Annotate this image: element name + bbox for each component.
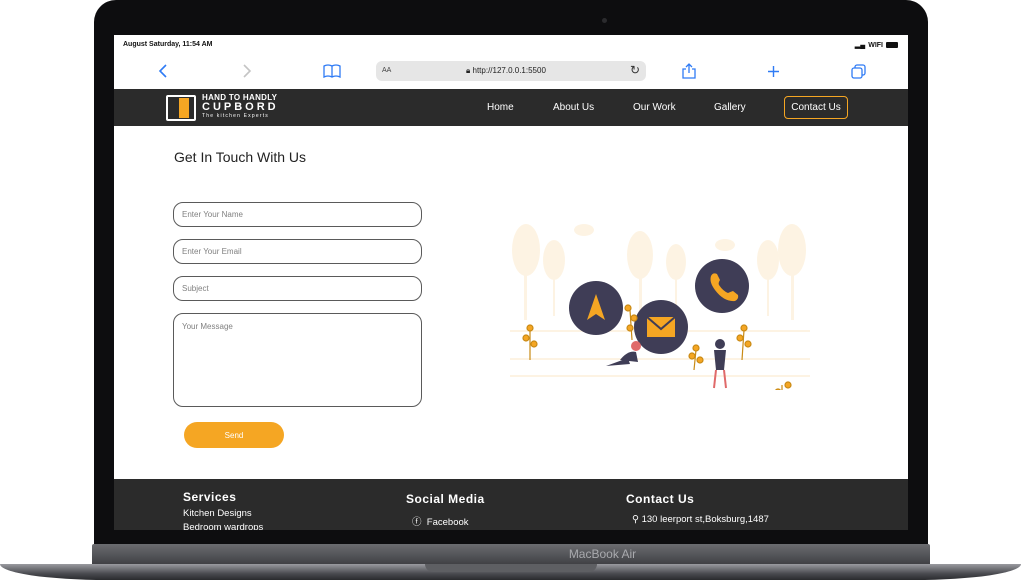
logo-text: HAND TO HANDLY CUPBORD The kitchen Exper… bbox=[202, 94, 279, 119]
footer-service-item[interactable]: Kitchen Designs bbox=[183, 508, 252, 519]
footer-services-heading: Services bbox=[183, 490, 237, 504]
hinge-notch bbox=[425, 564, 597, 572]
tabs-icon[interactable] bbox=[846, 60, 870, 82]
laptop-base: MacBook Air bbox=[0, 544, 1021, 584]
device-label: MacBook Air bbox=[568, 547, 637, 561]
footer-contact-heading: Contact Us bbox=[626, 492, 695, 506]
address-text: 130 leerport st,Boksburg,1487 bbox=[641, 514, 769, 525]
reload-icon[interactable]: ↻ bbox=[630, 63, 640, 77]
footer-social-heading: Social Media bbox=[406, 492, 485, 506]
nav-our-work[interactable]: Our Work bbox=[633, 102, 676, 113]
site-navbar: HAND TO HANDLY CUPBORD The kitchen Exper… bbox=[114, 89, 908, 126]
bookmarks-icon[interactable] bbox=[320, 60, 344, 82]
facebook-label: Facebook bbox=[426, 517, 469, 528]
site-footer: Services Kitchen Designs Bedroom wardrop… bbox=[114, 479, 908, 530]
nav-gallery[interactable]: Gallery bbox=[714, 102, 746, 113]
footer-service-item[interactable]: Bedroom wardrops bbox=[183, 522, 263, 530]
logo-line2: CUPBORD bbox=[202, 101, 279, 113]
send-button[interactable]: Send bbox=[184, 422, 284, 448]
back-icon[interactable] bbox=[151, 60, 175, 82]
signal-icon: ▂▄ bbox=[854, 42, 866, 49]
name-input[interactable] bbox=[173, 202, 422, 227]
new-tab-icon[interactable] bbox=[761, 60, 785, 82]
url-text: 🔒︎ http://127.0.0.1:5500 bbox=[466, 66, 546, 76]
status-time: August Saturday, 11:54 AM bbox=[123, 41, 213, 48]
share-icon[interactable] bbox=[677, 60, 701, 82]
subject-input[interactable] bbox=[173, 276, 422, 301]
camera bbox=[602, 18, 607, 23]
footer-facebook-link[interactable]: ⓕ Facebook bbox=[412, 514, 469, 528]
message-textarea[interactable] bbox=[173, 313, 422, 407]
page-title: Get In Touch With Us bbox=[174, 149, 307, 165]
email-input[interactable] bbox=[173, 239, 422, 264]
nav-contact-us-button[interactable]: Contact Us bbox=[784, 96, 848, 119]
nav-about-us[interactable]: About Us bbox=[553, 102, 594, 113]
forward-icon[interactable] bbox=[235, 60, 259, 82]
address-bar[interactable]: AA 🔒︎ http://127.0.0.1:5500 ↻ bbox=[376, 61, 646, 81]
contact-illustration bbox=[510, 224, 810, 390]
lock-icon: 🔒︎ bbox=[466, 66, 471, 75]
site-logo[interactable]: HAND TO HANDLY CUPBORD The kitchen Exper… bbox=[166, 93, 296, 122]
url-value: http://127.0.0.1:5500 bbox=[472, 66, 546, 75]
laptop-mockup: August Saturday, 11:54 AM ▂▄ WIFI AA 🔒︎ bbox=[0, 0, 1021, 587]
browser-toolbar: AA 🔒︎ http://127.0.0.1:5500 ↻ bbox=[114, 53, 908, 89]
status-indicators: ▂▄ WIFI bbox=[855, 41, 898, 49]
browser-screen: August Saturday, 11:54 AM ▂▄ WIFI AA 🔒︎ bbox=[114, 35, 908, 530]
logo-tagline: The kitchen Experts bbox=[202, 113, 269, 119]
battery-icon bbox=[886, 42, 898, 48]
location-icon: ⚲ bbox=[632, 514, 639, 525]
text-size-button[interactable]: AA bbox=[382, 67, 391, 74]
status-bar: August Saturday, 11:54 AM ▂▄ WIFI bbox=[114, 35, 908, 53]
facebook-icon: ⓕ bbox=[412, 517, 422, 528]
footer-address: ⚲ 130 leerport st,Boksburg,1487 bbox=[632, 514, 769, 525]
cupboard-logo-icon bbox=[166, 95, 196, 121]
wifi-label: WIFI bbox=[868, 41, 883, 49]
nav-home[interactable]: Home bbox=[487, 102, 514, 113]
